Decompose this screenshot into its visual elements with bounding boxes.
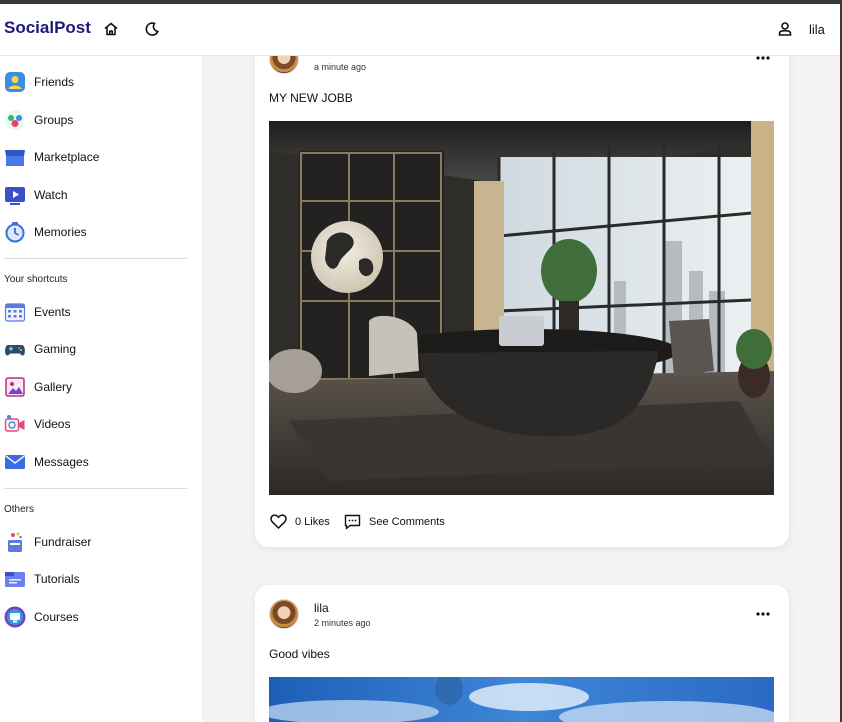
post-text: MY NEW JOBB xyxy=(269,91,353,105)
sidebar-item-events[interactable]: Events xyxy=(4,299,71,325)
courses-icon xyxy=(4,606,26,628)
events-icon xyxy=(4,301,26,323)
groups-icon xyxy=(4,109,26,131)
sidebar-item-label: Videos xyxy=(34,417,71,431)
sidebar-item-courses[interactable]: Courses xyxy=(4,604,79,630)
tutorials-icon xyxy=(4,568,26,590)
memories-icon xyxy=(4,221,26,243)
sidebar-item-gallery[interactable]: Gallery xyxy=(4,374,72,400)
sidebar-item-watch[interactable]: Watch xyxy=(4,182,68,208)
sidebar-item-tutorials[interactable]: Tutorials xyxy=(4,566,80,592)
videos-icon xyxy=(4,413,26,435)
sidebar-item-label: Events xyxy=(34,305,71,319)
sidebar-item-groups[interactable]: Groups xyxy=(4,107,73,133)
see-comments-button[interactable]: See Comments xyxy=(344,514,445,530)
gallery-icon xyxy=(4,376,26,398)
post-text: Good vibes xyxy=(269,647,330,661)
app-logo[interactable]: SocialPost xyxy=(4,18,91,38)
avatar[interactable] xyxy=(269,599,299,629)
sidebar-item-fundraiser[interactable]: Fundraiser xyxy=(4,529,91,555)
post-card: lila a minute ago MY NEW JOBB xyxy=(255,20,789,547)
fundraiser-icon xyxy=(4,531,26,553)
post-more-options-icon[interactable] xyxy=(755,607,771,621)
top-navbar: SocialPost lila xyxy=(0,4,840,56)
navbar-username[interactable]: lila xyxy=(809,22,825,37)
sidebar-item-memories[interactable]: Memories xyxy=(4,219,87,245)
sidebar-item-label: Messages xyxy=(34,455,89,469)
post-timestamp: 2 minutes ago xyxy=(314,618,371,628)
sidebar-item-label: Marketplace xyxy=(34,150,100,164)
sidebar-divider xyxy=(4,488,187,489)
left-sidebar: Friends Groups Marketplace Watch Memorie… xyxy=(0,56,202,722)
sidebar-item-label: Watch xyxy=(34,188,68,202)
post-timestamp: a minute ago xyxy=(314,62,367,72)
dark-mode-moon-icon[interactable] xyxy=(141,18,163,40)
sidebar-item-label: Gaming xyxy=(34,342,77,356)
sidebar-item-label: Gallery xyxy=(34,380,73,394)
post-card: lila 2 minutes ago Good vibes xyxy=(255,585,789,722)
friends-icon xyxy=(4,71,26,93)
comment-icon xyxy=(344,514,361,530)
sidebar-item-label: Fundraiser xyxy=(34,535,92,549)
like-button[interactable]: 0 Likes xyxy=(270,514,330,529)
sidebar-item-label: Tutorials xyxy=(34,572,80,586)
gaming-icon xyxy=(4,338,26,360)
post-image-sky[interactable] xyxy=(269,677,774,722)
others-heading: Others xyxy=(4,504,35,515)
sidebar-item-messages[interactable]: Messages xyxy=(4,449,89,475)
sidebar-item-marketplace[interactable]: Marketplace xyxy=(4,144,99,170)
marketplace-icon xyxy=(4,146,26,168)
heart-icon xyxy=(270,514,287,529)
sidebar-divider xyxy=(4,258,187,259)
messages-icon xyxy=(4,451,26,473)
sidebar-item-gaming[interactable]: Gaming xyxy=(4,336,76,362)
home-icon[interactable] xyxy=(100,18,122,40)
sidebar-item-videos[interactable]: Videos xyxy=(4,411,70,437)
shortcuts-heading: Your shortcuts xyxy=(4,274,68,285)
sidebar-item-label: Groups xyxy=(34,113,74,127)
watch-icon xyxy=(4,184,26,206)
sidebar-item-label: Friends xyxy=(34,75,75,89)
person-icon[interactable] xyxy=(774,18,796,40)
sidebar-item-label: Memories xyxy=(34,225,87,239)
likes-count: 0 Likes xyxy=(295,515,330,528)
see-comments-label: See Comments xyxy=(369,516,445,528)
post-author-name[interactable]: lila xyxy=(314,601,329,615)
sidebar-item-friends[interactable]: Friends xyxy=(4,69,74,95)
sidebar-item-label: Courses xyxy=(34,610,79,624)
post-image-office[interactable] xyxy=(269,121,774,495)
